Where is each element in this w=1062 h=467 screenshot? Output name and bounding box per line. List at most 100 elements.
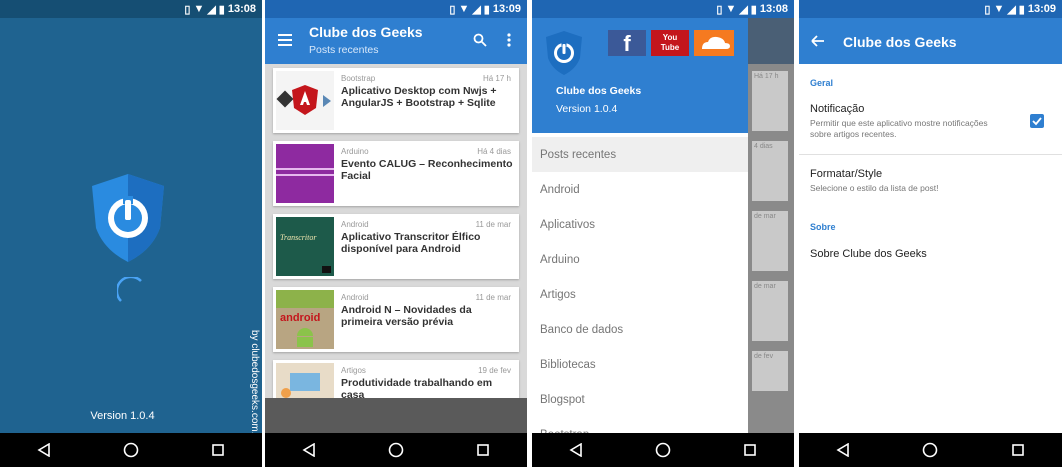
post-time: Há 4 dias [477, 147, 511, 156]
post-card[interactable]: Bootstrap Há 17 h Aplicativo Desktop com… [273, 68, 519, 133]
back-button[interactable] [294, 435, 324, 465]
power-shield-logo [92, 174, 164, 262]
overflow-menu-icon[interactable] [507, 33, 511, 47]
recents-button[interactable] [735, 435, 765, 465]
drawer-item-artigos[interactable]: Artigos [532, 277, 748, 312]
post-card[interactable]: Transcritor Android 11 de mar Aplicativo… [273, 214, 519, 279]
angular-thumb-icon [276, 71, 334, 130]
vibrate-icon: ▯ [449, 3, 456, 16]
checkbox-checked-icon[interactable] [1030, 114, 1044, 128]
signal-icon: ◢ [1007, 3, 1016, 16]
about-pref[interactable]: Sobre Clube dos Geeks [799, 240, 1062, 270]
drawer-item-bootstrap[interactable]: Bootstrap [532, 417, 748, 434]
signal-icon: ◢ [472, 3, 481, 16]
drawer-item-posts-recentes[interactable]: Posts recentes [532, 137, 748, 172]
back-button[interactable] [29, 435, 59, 465]
dimmed-time: de mar [754, 283, 776, 290]
home-icon [123, 442, 139, 458]
dimmed-card: de fev [752, 351, 788, 391]
back-icon [836, 443, 849, 457]
wifi-icon: ▼ [458, 3, 470, 15]
pref-description: Permitir que este aplicativo mostre noti… [810, 118, 988, 139]
dimmed-app-bar [748, 18, 794, 64]
divider [799, 154, 1062, 155]
recents-icon [477, 444, 490, 456]
recents-button[interactable] [1003, 435, 1033, 465]
drawer-item-blogspot[interactable]: Blogspot [532, 382, 748, 417]
app-bar: Clube dos Geeks [799, 18, 1062, 64]
battery-icon: ▮ [483, 3, 490, 16]
dimmed-time: de mar [754, 213, 776, 220]
facebook-icon[interactable]: f [608, 30, 646, 56]
post-card[interactable]: Artigos 19 de fev Produtividade trabalha… [273, 360, 519, 398]
dimmed-card: de mar [752, 281, 788, 341]
dimmed-card: de mar [752, 211, 788, 271]
dimmed-time: de fev [754, 353, 774, 360]
post-category: Arduino [341, 147, 369, 156]
loading-spinner [117, 277, 142, 302]
android-robot-icon [297, 328, 313, 347]
post-thumbnail [276, 71, 334, 130]
post-thumbnail: android [276, 290, 334, 349]
recents-button[interactable] [203, 435, 233, 465]
post-card[interactable]: android Android 11 de mar Android N – No… [273, 287, 519, 352]
drawer-item-banco-de-dados[interactable]: Banco de dados [532, 312, 748, 347]
post-card[interactable]: Arduino Há 4 dias Evento CALUG – Reconhe… [273, 141, 519, 206]
menu-icon[interactable] [278, 34, 292, 46]
drawer-item-bibliotecas[interactable]: Bibliotecas [532, 347, 748, 382]
wifi-icon: ▼ [725, 3, 737, 15]
home-icon [388, 442, 404, 458]
home-button[interactable] [648, 435, 678, 465]
arrow-back-icon[interactable] [811, 35, 825, 47]
recents-icon [212, 444, 225, 456]
drawer-item-arduino[interactable]: Arduino [532, 242, 748, 277]
soundcloud-icon[interactable] [694, 30, 734, 56]
drawer-item-aplicativos[interactable]: Aplicativos [532, 207, 748, 242]
back-button[interactable] [561, 435, 591, 465]
settings-screen: ▯ ▼ ◢ ▮ 13:09 Clube dos Geeks Geral Noti… [799, 0, 1062, 467]
credit-label: by clubedosgeeks.com.br [249, 330, 260, 444]
recents-icon [744, 444, 757, 456]
pref-title: Notificação [810, 103, 865, 115]
back-icon [302, 443, 315, 457]
post-time: 11 de mar [475, 293, 511, 302]
post-title: Aplicativo Desktop com Nwjs + AngularJS … [341, 85, 497, 109]
post-list-screen: ▯ ▼ ◢ ▮ 13:09 Clube dos Geeks Posts rece… [265, 0, 527, 467]
nav-bar [799, 433, 1062, 467]
vibrate-icon: ▯ [716, 3, 723, 16]
home-button[interactable] [116, 435, 146, 465]
home-button[interactable] [381, 435, 411, 465]
back-icon [569, 443, 582, 457]
recents-button[interactable] [468, 435, 498, 465]
scrim[interactable]: Há 17 h 4 dias de mar de mar de fev [748, 18, 794, 433]
wifi-icon: ▼ [193, 3, 205, 15]
play-icon [322, 266, 331, 273]
youtube-label-bottom: Tube [660, 43, 680, 52]
post-time: Há 17 h [482, 74, 511, 83]
drawer-version: Version 1.0.4 [556, 103, 618, 115]
dimmed-card: Há 17 h [752, 71, 788, 131]
post-category: Android [341, 220, 369, 229]
home-button[interactable] [915, 435, 945, 465]
pref-title: Sobre Clube dos Geeks [810, 248, 927, 260]
post-time: 19 de fev [478, 366, 511, 375]
app-bar: Clube dos Geeks Posts recentes [265, 18, 527, 64]
notification-pref[interactable]: Notificação Permitir que este aplicativo… [799, 96, 1062, 152]
post-time: 11 de mar [475, 220, 511, 229]
vibrate-icon: ▯ [184, 3, 191, 16]
back-icon [37, 443, 50, 457]
wifi-icon: ▼ [993, 3, 1005, 15]
search-icon[interactable] [473, 33, 487, 47]
back-button[interactable] [828, 435, 858, 465]
android-thumb-text: android [280, 312, 321, 324]
dimmed-card: 4 dias [752, 141, 788, 201]
status-bar: ▯ ▼ ◢ ▮ 13:09 [799, 0, 1062, 18]
drawer-item-android[interactable]: Android [532, 172, 748, 207]
status-time: 13:09 [1027, 3, 1056, 15]
youtube-label-top: You [662, 33, 678, 42]
battery-icon: ▮ [1018, 3, 1025, 16]
post-category: Android [341, 293, 369, 302]
post-title: Evento CALUG – Reconhecimento Facial [341, 158, 513, 182]
youtube-icon[interactable]: You Tube [651, 30, 689, 56]
format-style-pref[interactable]: Formatar/Style Selecione o estilo da lis… [799, 160, 1062, 204]
